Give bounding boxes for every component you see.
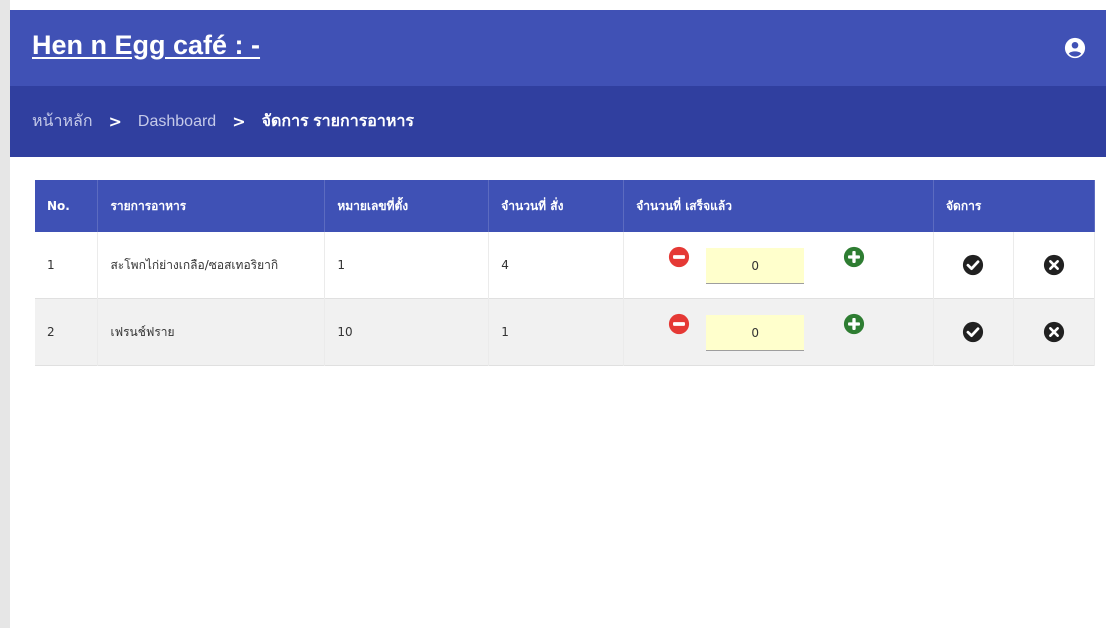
order-items-table: No. รายการอาหาร หมายเลขที่ตั้ง จำนวนที่ … bbox=[35, 180, 1096, 366]
column-header-manage: จัดการ bbox=[933, 180, 1095, 232]
breadcrumb-home[interactable]: หน้าหลัก bbox=[32, 109, 93, 134]
table-header-row: No. รายการอาหาร หมายเลขที่ตั้ง จำนวนที่ … bbox=[35, 180, 1095, 232]
table-number: 1 bbox=[324, 232, 490, 299]
breadcrumb-current: จัดการ รายการอาหาร bbox=[261, 113, 415, 130]
plus-circle-icon[interactable] bbox=[843, 313, 865, 335]
breadcrumb-dashboard[interactable]: Dashboard bbox=[138, 113, 216, 131]
done-quantity-input[interactable] bbox=[706, 248, 805, 284]
app-header: Hen n Egg café : - หน้าหลัก > Dashboard … bbox=[10, 10, 1106, 157]
x-circle-icon[interactable] bbox=[1043, 321, 1065, 343]
column-header-table-number: หมายเลขที่ตั้ง bbox=[324, 180, 490, 232]
item-name: เฟรนช์ฟราย bbox=[97, 298, 326, 366]
check-circle-icon[interactable] bbox=[962, 321, 984, 343]
confirm-cell bbox=[933, 298, 1014, 366]
account-circle-icon[interactable] bbox=[1064, 37, 1086, 59]
left-page-edge bbox=[0, 0, 10, 628]
cancel-cell bbox=[1013, 298, 1096, 366]
confirm-cell bbox=[933, 232, 1014, 299]
column-header-no: No. bbox=[35, 180, 99, 232]
row-number: 1 bbox=[35, 232, 99, 299]
title-bar: Hen n Egg café : - bbox=[10, 10, 1106, 86]
table-row: 2 เฟรนช์ฟราย 10 1 bbox=[35, 298, 1096, 366]
breadcrumb-separator: > bbox=[232, 112, 246, 131]
minus-circle-icon[interactable] bbox=[668, 246, 690, 268]
column-header-item: รายการอาหาร bbox=[97, 180, 326, 232]
table-number: 10 bbox=[324, 298, 490, 366]
column-header-done: จำนวนที่ เสร็จแล้ว bbox=[623, 180, 935, 232]
done-quantity-cell bbox=[623, 232, 935, 299]
plus-circle-icon[interactable] bbox=[843, 246, 865, 268]
ordered-quantity: 4 bbox=[488, 232, 625, 299]
cancel-cell bbox=[1013, 232, 1096, 299]
breadcrumb: หน้าหลัก > Dashboard > จัดการ รายการอาหา… bbox=[10, 86, 1106, 157]
ordered-quantity: 1 bbox=[488, 298, 625, 366]
check-circle-icon[interactable] bbox=[962, 254, 984, 276]
item-name: สะโพกไก่ย่างเกลือ/ซอสเทอริยากิ bbox=[97, 232, 326, 299]
row-number: 2 bbox=[35, 298, 99, 366]
x-circle-icon[interactable] bbox=[1043, 254, 1065, 276]
breadcrumb-separator: > bbox=[108, 112, 122, 131]
done-quantity-cell bbox=[623, 298, 935, 366]
column-header-ordered: จำนวนที่ สั่ง bbox=[488, 180, 625, 232]
table-row: 1 สะโพกไก่ย่างเกลือ/ซอสเทอริยากิ 1 4 bbox=[35, 232, 1096, 299]
app-title[interactable]: Hen n Egg café : - bbox=[32, 30, 260, 61]
minus-circle-icon[interactable] bbox=[668, 313, 690, 335]
done-quantity-input[interactable] bbox=[706, 315, 805, 351]
